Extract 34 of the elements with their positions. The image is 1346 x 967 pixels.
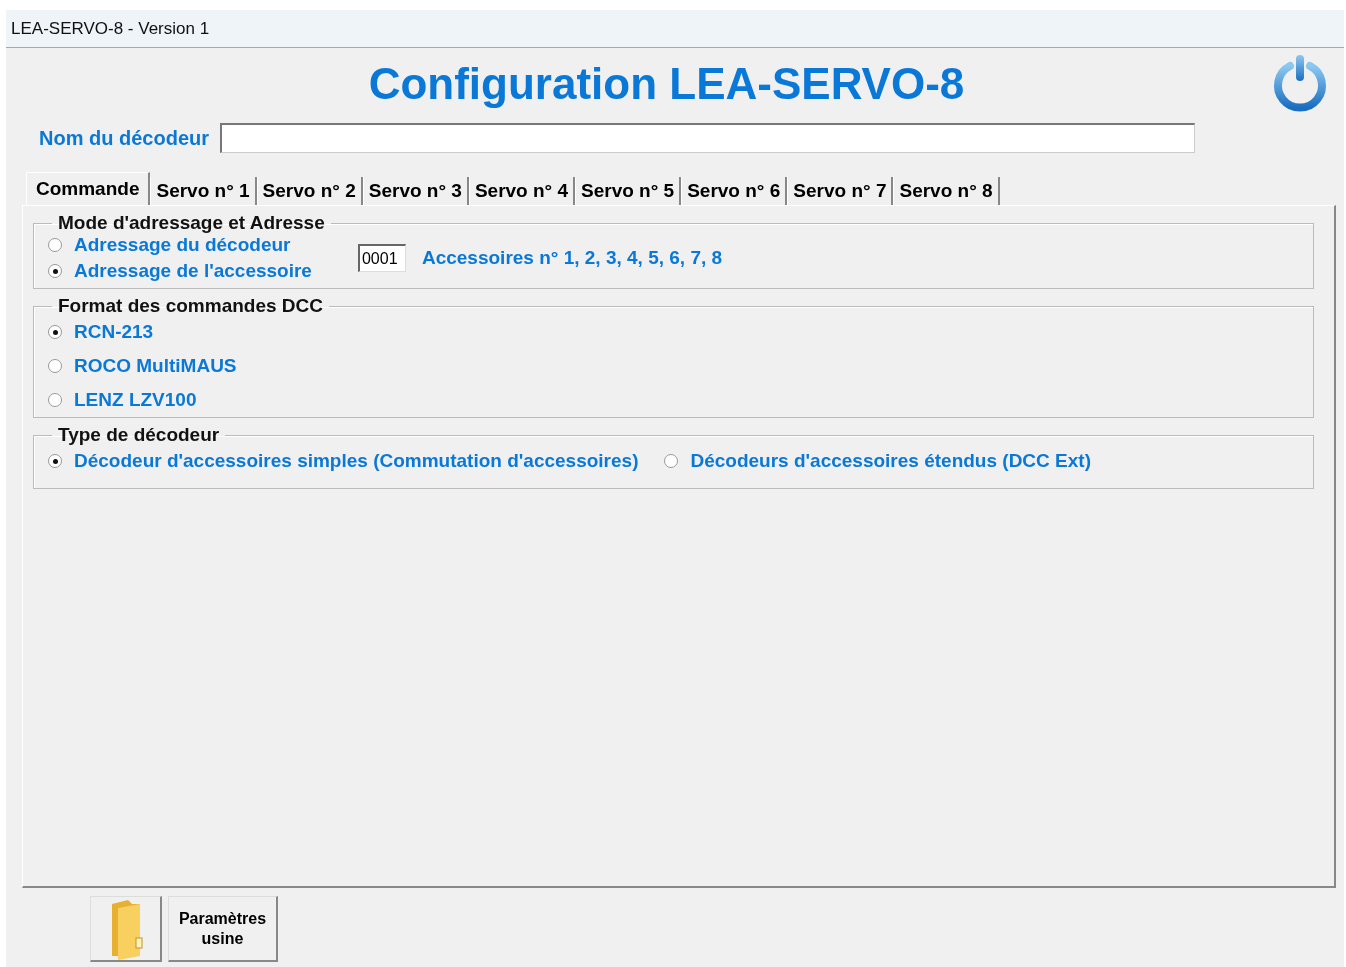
group-title: Format des commandes DCC [57, 295, 324, 317]
tab[interactable]: Servo n° 4 [468, 177, 576, 205]
app-title: Configuration LEA-SERVO-8 [368, 59, 965, 109]
tab[interactable]: Commande [26, 172, 151, 205]
option-label[interactable]: RCN-213 [74, 321, 154, 343]
address-field[interactable]: 0001 [357, 244, 406, 272]
window-title: LEA-SERVO-8 - Version 1 [6, 10, 1344, 48]
radio-button[interactable] [48, 393, 62, 407]
tab[interactable]: Servo n° 3 [362, 177, 469, 205]
option-label[interactable]: ROCO MultiMAUS [74, 355, 237, 377]
option-label[interactable]: Décodeurs d'accessoires étendus (DCC Ext) [690, 450, 1091, 472]
field-label: Nom du décodeur [39, 126, 209, 150]
radio-button[interactable] [48, 264, 62, 278]
folder-button[interactable] [90, 896, 162, 962]
option-label[interactable]: LENZ LZV100 [74, 389, 197, 411]
radio-button[interactable] [48, 238, 62, 252]
tab[interactable]: Servo n° 1 [150, 177, 257, 205]
tab[interactable]: Servo n° 7 [787, 177, 894, 205]
option-label[interactable]: Adressage de l'accessoire [74, 260, 312, 282]
group-title: Mode d'adressage et Adresse [57, 212, 326, 234]
tab[interactable]: Servo n° 5 [575, 177, 682, 205]
group-title: Type de décodeur [57, 424, 221, 446]
radio-button[interactable] [664, 454, 679, 468]
tab[interactable]: Servo n° 2 [256, 177, 363, 205]
option-label[interactable]: Décodeur d'accessoires simples (Commutation d'accessoires) [74, 450, 639, 472]
radio-button[interactable] [48, 454, 62, 468]
radio-button[interactable] [48, 359, 62, 373]
factory-settings-button[interactable]: Paramètres usine [168, 896, 278, 962]
tab[interactable]: Servo n° 8 [893, 177, 1000, 205]
tab[interactable]: Servo n° 6 [681, 177, 788, 205]
name-field[interactable] [220, 123, 1195, 153]
accessories-label: Accessoires n° 1, 2, 3, 4, 5, 6, 7, 8 [421, 247, 723, 269]
radio-button[interactable] [48, 325, 62, 339]
option-label[interactable]: Adressage du décodeur [74, 234, 291, 256]
